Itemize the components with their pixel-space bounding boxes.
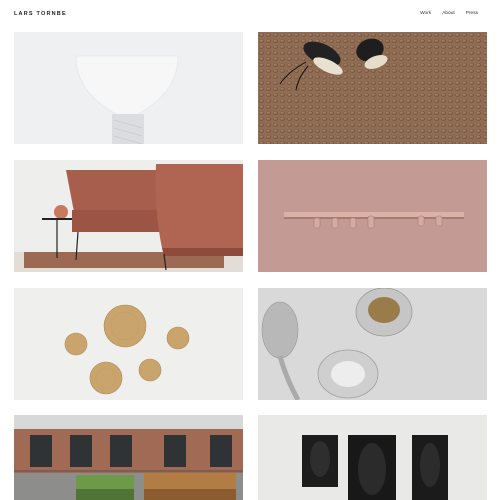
project-tile-black-tiles[interactable] — [258, 415, 487, 500]
cork-mat-with-sneakers-image — [258, 32, 487, 144]
project-tile-cork-mat[interactable] — [258, 32, 487, 144]
project-tile-coat-rack[interactable] — [258, 160, 487, 272]
black-sculptural-tiles-image — [258, 415, 487, 500]
wooden-wall-dots-image — [14, 288, 243, 400]
outdoor-benches-brick-building-image — [14, 415, 243, 500]
project-tile-benches[interactable] — [14, 415, 243, 500]
logo[interactable]: LARS TORNBE — [14, 11, 67, 17]
project-tile-silverware[interactable] — [258, 288, 487, 400]
project-tile-sofa[interactable] — [14, 160, 243, 272]
silver-spoon-and-bowls-image — [258, 288, 487, 400]
main-nav: Work About Press — [420, 11, 478, 16]
copper-coat-rack-image — [258, 160, 487, 272]
white-lamp-image — [14, 32, 243, 144]
nav-press[interactable]: Press — [466, 11, 478, 16]
rust-sofa-with-side-table-image — [14, 160, 243, 272]
nav-work[interactable]: Work — [420, 11, 431, 16]
site-header: LARS TORNBE Work About Press — [0, 0, 500, 30]
nav-about[interactable]: About — [442, 11, 455, 16]
project-tile-lamp[interactable] — [14, 32, 243, 144]
project-tile-wall-dots[interactable] — [14, 288, 243, 400]
